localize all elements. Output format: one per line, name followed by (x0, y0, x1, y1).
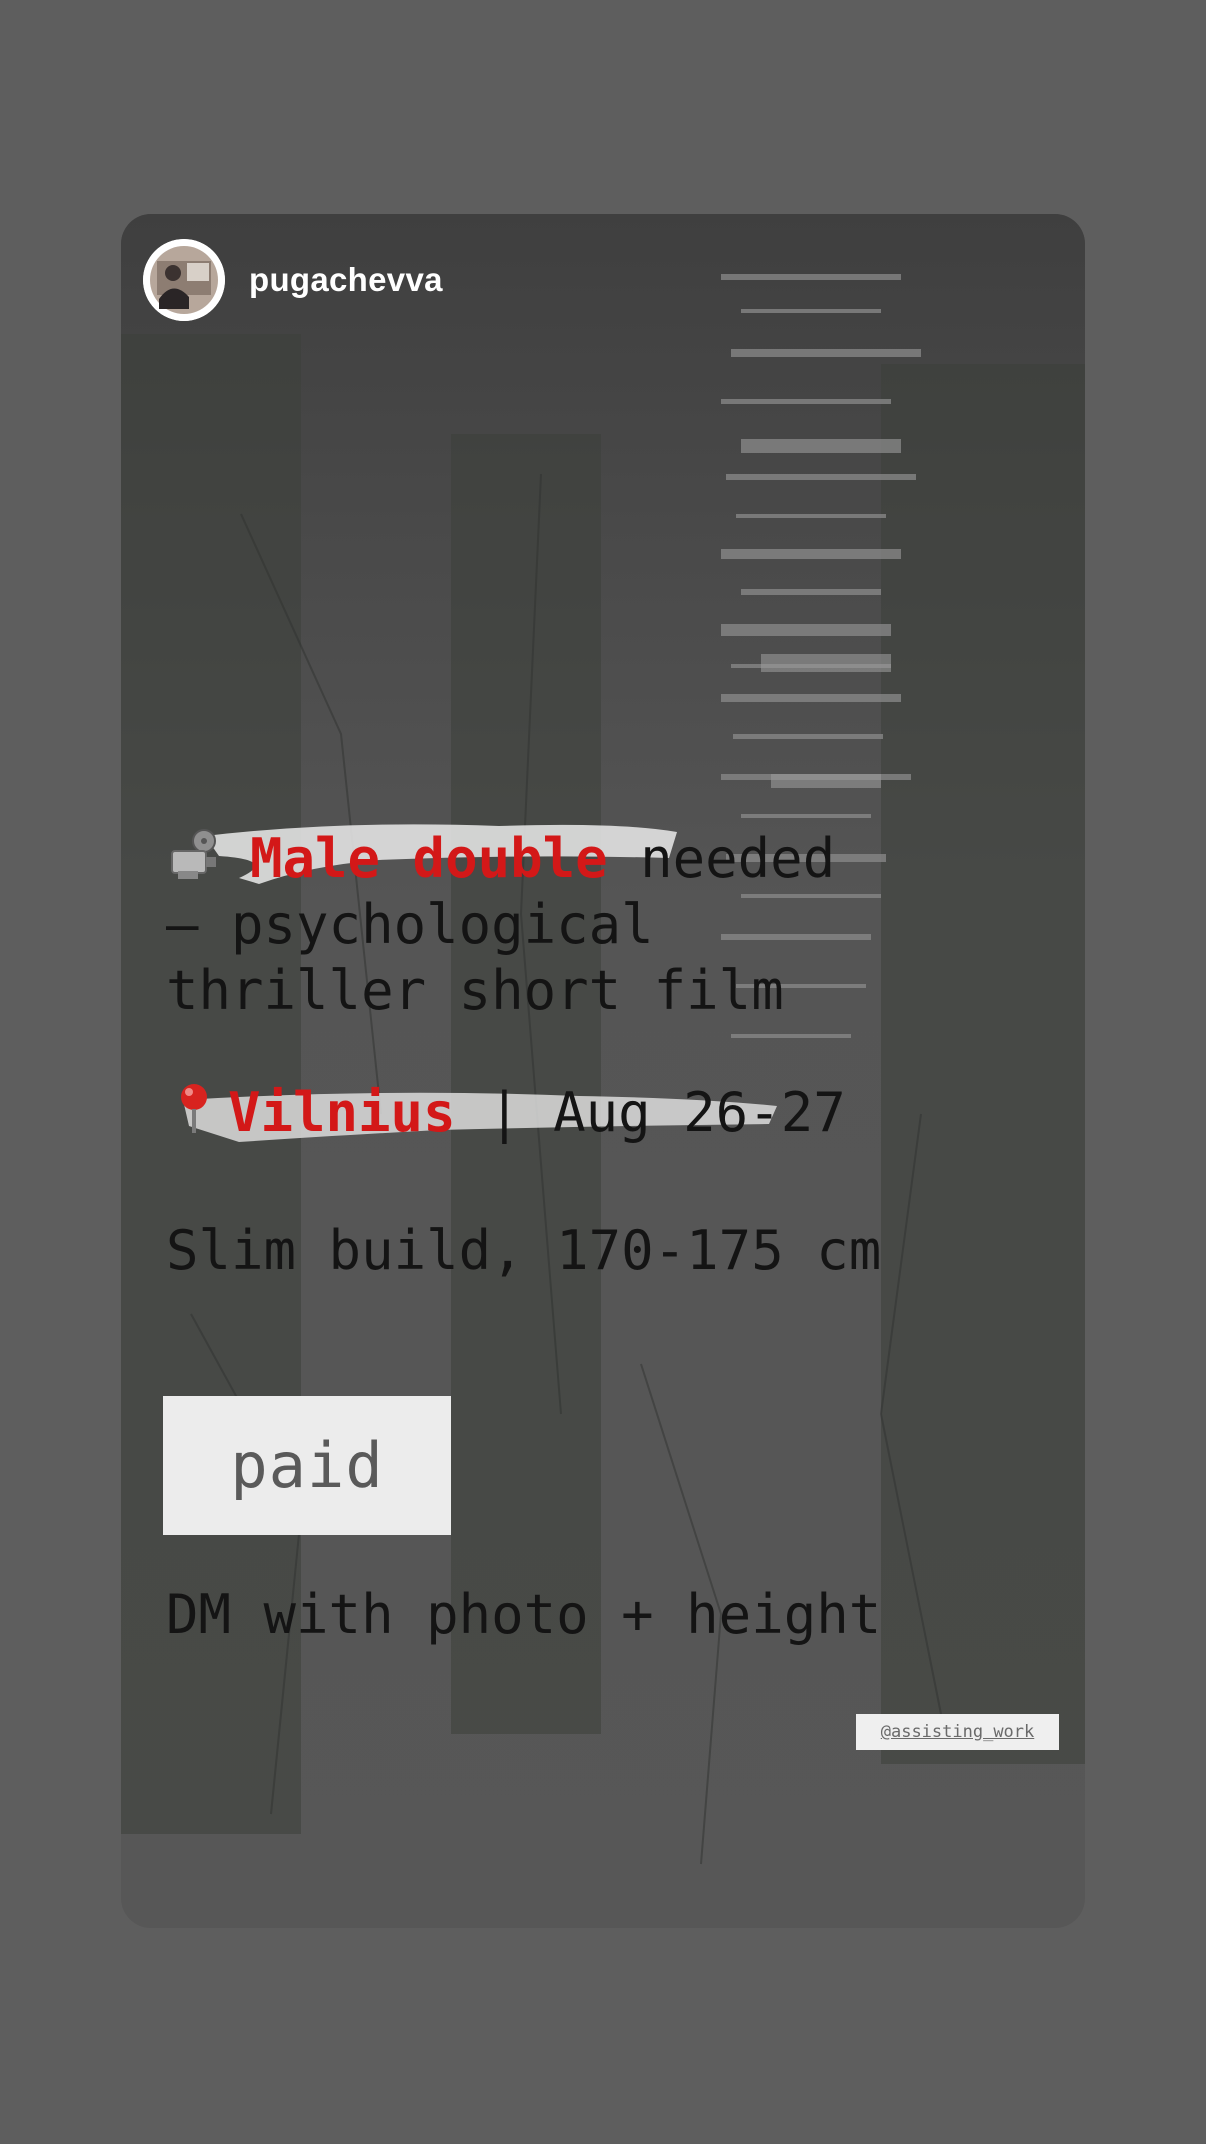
paid-label: paid (230, 1429, 384, 1502)
film-projector-icon (166, 827, 222, 883)
title-rest: needed (607, 827, 836, 890)
call-to-action: DM with photo + height (166, 1583, 882, 1646)
title-line-2: — psychological (166, 893, 654, 956)
round-pushpin-icon (166, 1081, 207, 1137)
mention-sticker[interactable]: @assisting_work (856, 1714, 1059, 1750)
title-highlight: Male double (250, 827, 608, 890)
mention-label[interactable]: @assisting_work (881, 1722, 1035, 1742)
paid-badge: paid (163, 1396, 451, 1535)
title-line-3: thriller short film (166, 959, 784, 1022)
story-header: pugachevva (143, 238, 443, 322)
build-requirement: Slim build, 170-175 cm (166, 1219, 882, 1282)
title-line-1: Male double needed (166, 826, 835, 892)
avatar[interactable] (143, 239, 225, 321)
location-city: Vilnius (228, 1081, 456, 1144)
story-background-image (121, 214, 1085, 1928)
location-line: Vilnius | Aug 26-27 (166, 1080, 846, 1146)
story-card[interactable]: pugachevva Male double needed — psycholo… (121, 214, 1085, 1928)
location-separator: | (455, 1081, 554, 1144)
location-dates: Aug 26-27 (553, 1081, 846, 1144)
username[interactable]: pugachevva (249, 261, 443, 299)
